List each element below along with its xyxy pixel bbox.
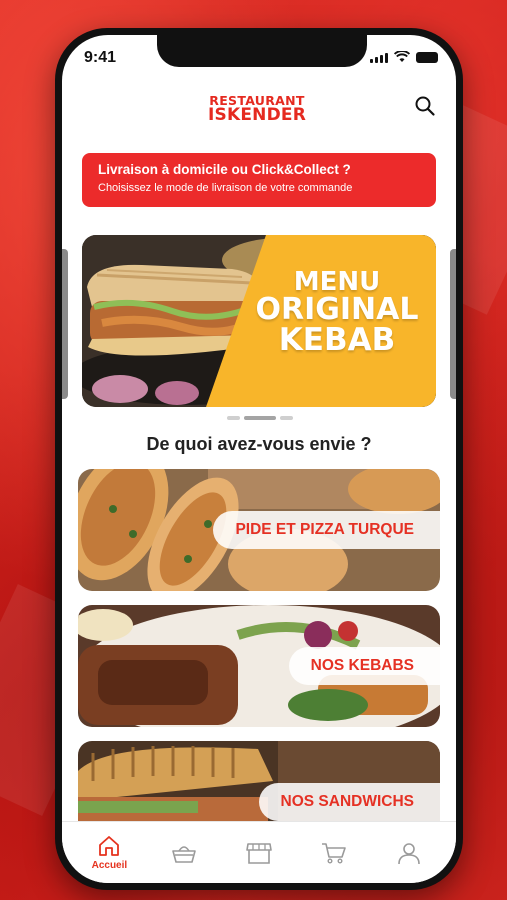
carousel-next-peek[interactable] bbox=[450, 249, 456, 399]
carousel-dot[interactable] bbox=[227, 416, 240, 420]
restaurant-logo[interactable]: RESTAURANT ISKENDER bbox=[202, 94, 312, 125]
tab-takeaway[interactable] bbox=[159, 828, 209, 878]
promo-line2: ORIGINAL bbox=[255, 292, 419, 327]
delivery-banner-title: Livraison à domicile ou Click&Collect ? bbox=[98, 162, 351, 177]
category-card-kebabs[interactable]: NOS KEBABS bbox=[78, 605, 440, 727]
tab-account[interactable] bbox=[384, 828, 434, 878]
home-icon bbox=[99, 835, 120, 856]
search-icon bbox=[415, 96, 435, 116]
category-label: NOS SANDWICHS bbox=[258, 783, 440, 821]
tab-home-label: Accueil bbox=[91, 859, 128, 871]
category-label: NOS KEBABS bbox=[288, 647, 440, 685]
cart-icon bbox=[321, 842, 346, 864]
carousel-dot[interactable] bbox=[280, 416, 293, 420]
signal-icon bbox=[370, 53, 388, 63]
storefront-icon bbox=[246, 842, 272, 864]
logo-line2: ISKENDER bbox=[208, 104, 306, 125]
tab-home[interactable]: Accueil bbox=[84, 828, 134, 878]
app-header: RESTAURANT ISKENDER bbox=[62, 87, 456, 139]
carousel-pagination bbox=[227, 416, 293, 420]
search-button[interactable] bbox=[414, 95, 436, 117]
app-screen: 9:41 RESTAURANT ISKENDER Livraison à dom… bbox=[62, 35, 456, 883]
tab-cart[interactable] bbox=[309, 828, 359, 878]
carousel-dot-active[interactable] bbox=[244, 416, 276, 420]
delivery-mode-banner[interactable]: Livraison à domicile ou Click&Collect ? … bbox=[82, 153, 436, 207]
promo-line3: KEBAB bbox=[278, 322, 396, 358]
promo-title: MENU ORIGINAL KEBAB bbox=[252, 269, 422, 356]
bottom-tab-bar: Accueil bbox=[62, 821, 456, 883]
battery-icon bbox=[416, 52, 438, 63]
category-label: PIDE ET PIZZA TURQUE bbox=[213, 511, 440, 549]
carousel-previous-peek[interactable] bbox=[62, 249, 68, 399]
promo-banner[interactable]: MENU ORIGINAL KEBAB bbox=[82, 235, 436, 407]
wifi-icon bbox=[394, 51, 410, 62]
delivery-banner-subtitle: Choisissez le mode de livraison de votre… bbox=[98, 182, 353, 194]
section-title: De quoi avez-vous envie ? bbox=[146, 434, 372, 454]
notch bbox=[157, 35, 367, 67]
user-icon bbox=[397, 842, 420, 864]
status-icons bbox=[370, 51, 438, 63]
basket-icon bbox=[172, 845, 196, 863]
category-card-pide[interactable]: PIDE ET PIZZA TURQUE bbox=[78, 469, 440, 591]
phone-frame: 9:41 RESTAURANT ISKENDER Livraison à dom… bbox=[55, 28, 463, 890]
status-time: 9:41 bbox=[84, 49, 117, 66]
tab-restaurant[interactable] bbox=[234, 828, 284, 878]
